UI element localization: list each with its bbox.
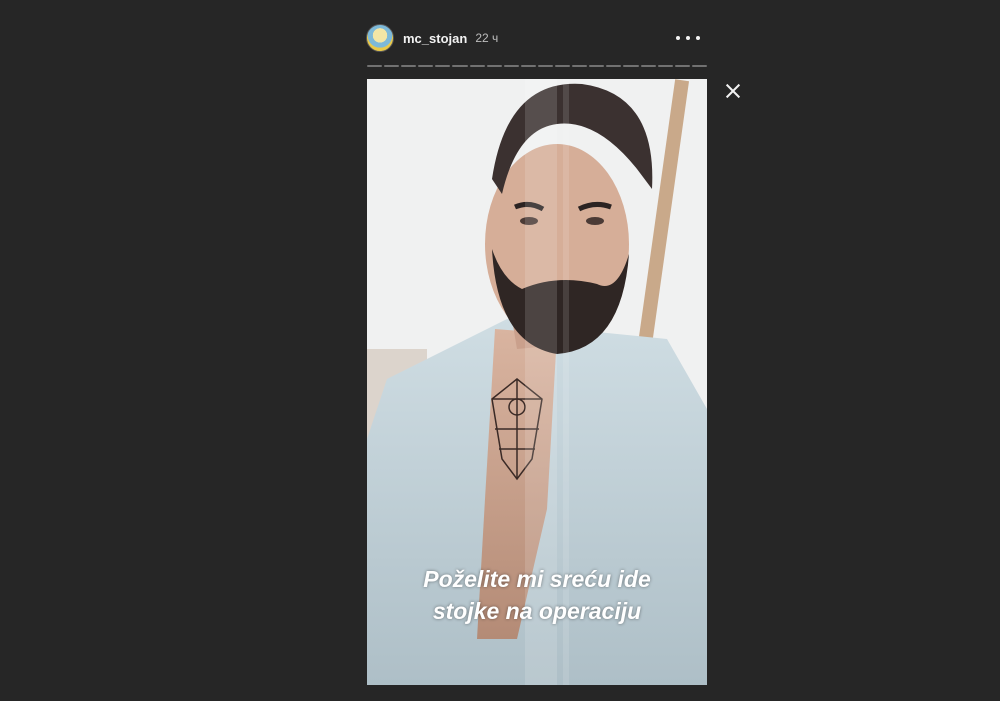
progress-segment bbox=[469, 65, 485, 67]
story-viewer: mc_stojan 22 ч Poželite mi sreću ide sto… bbox=[0, 0, 1000, 701]
post-timestamp: 22 ч bbox=[475, 31, 499, 45]
close-icon[interactable] bbox=[722, 80, 744, 102]
progress-segment bbox=[537, 65, 554, 67]
username-link[interactable]: mc_stojan bbox=[403, 31, 467, 46]
more-options-icon[interactable] bbox=[676, 28, 700, 48]
progress-segment bbox=[452, 65, 468, 67]
caption-line-2: stojke na operaciju bbox=[432, 598, 642, 624]
progress-segment bbox=[623, 65, 639, 67]
progress-segment bbox=[486, 65, 502, 67]
progress-segment bbox=[640, 65, 656, 67]
progress-segment bbox=[691, 65, 707, 67]
progress-segment bbox=[418, 65, 434, 67]
story-media[interactable]: Poželite mi sreću ide stojke na operacij… bbox=[367, 79, 707, 685]
caption-line-1: Poželite mi sreću ide bbox=[423, 566, 651, 592]
progress-segment bbox=[555, 65, 571, 67]
story-caption: Poželite mi sreću ide stojke na operacij… bbox=[367, 563, 707, 627]
progress-segment bbox=[384, 65, 400, 67]
progress-segment bbox=[401, 65, 417, 67]
progress-segment bbox=[435, 65, 451, 67]
progress-segment bbox=[367, 65, 383, 67]
progress-segment bbox=[674, 65, 690, 67]
progress-segment bbox=[503, 65, 519, 67]
story-header: mc_stojan 22 ч bbox=[366, 22, 708, 54]
progress-segment bbox=[589, 65, 605, 67]
progress-segment bbox=[572, 65, 588, 67]
progress-segment bbox=[520, 65, 536, 67]
progress-segment bbox=[606, 65, 622, 67]
avatar[interactable] bbox=[366, 24, 394, 52]
progress-segment bbox=[657, 65, 673, 67]
story-progress-bar bbox=[367, 65, 707, 67]
